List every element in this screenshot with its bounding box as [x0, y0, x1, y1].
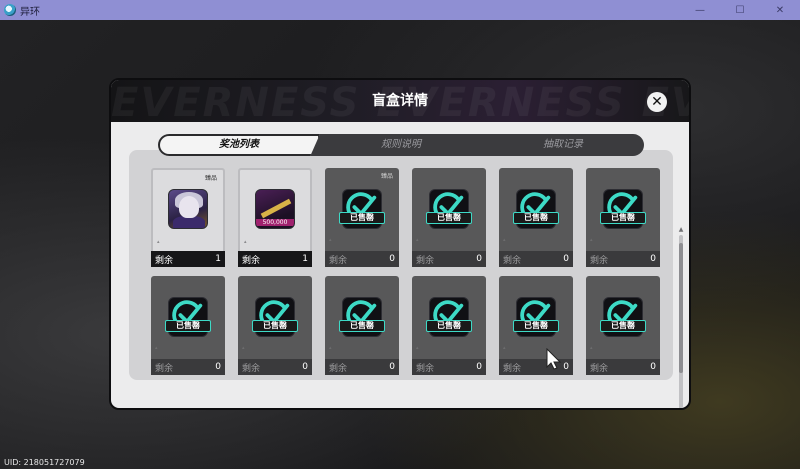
card-deco-dots: ▴	[503, 237, 506, 243]
sold-out-label: 已售罄	[426, 320, 472, 332]
remaining-count: 0	[476, 254, 482, 264]
blind-box-modal: EVERNESS EVERNESS EVERNESS 盲盒详情 ✕ 臻品 ▴ 剩余 1…	[109, 78, 691, 410]
card-deco-dots: ▴	[155, 345, 158, 351]
prize-card[interactable]: 500,000 ▴ 剩余 1	[238, 168, 312, 267]
maximize-button[interactable]: ☐	[720, 0, 760, 20]
prize-card[interactable]: 臻品已售罄 ▴ 剩余 0	[325, 168, 399, 267]
sold-out-label: 已售罄	[600, 212, 646, 224]
sold-out-label: 已售罄	[426, 212, 472, 224]
remaining-count: 0	[389, 362, 395, 372]
item-value-label: 500,000	[256, 219, 294, 226]
prize-grid: 臻品 ▴ 剩余 1 500,000 ▴ 剩余 1 臻品 已售罄 ▴ 剩余 0 已售罄 ▴ 剩余 0 已售罄 ▴ 剩余 0…	[151, 168, 660, 375]
app-logo-icon	[4, 4, 16, 16]
card-deco-dots: ▴	[416, 237, 419, 243]
sold-out-label: 已售罄	[513, 212, 559, 224]
window-titlebar: 异环 — ☐ ✕	[0, 0, 800, 20]
card-deco-dots: ▴	[244, 239, 247, 245]
remaining-count: 0	[302, 362, 308, 372]
remaining-footer: 剩余 0	[325, 359, 399, 375]
scroll-up-icon[interactable]: ▲	[678, 227, 684, 233]
currency-item-icon: 500,000	[255, 189, 295, 229]
card-deco-dots: ▴	[157, 239, 160, 245]
remaining-label: 剩余	[242, 363, 261, 374]
remaining-footer: 剩余 0	[586, 359, 660, 375]
sold-out-label: 已售罄	[339, 212, 385, 224]
minimize-button[interactable]: —	[680, 0, 720, 20]
remaining-count: 0	[389, 254, 395, 264]
close-button[interactable]: ✕	[647, 92, 667, 112]
prize-card[interactable]: 已售罄 ▴ 剩余 0	[325, 276, 399, 375]
remaining-label: 剩余	[503, 255, 522, 266]
window-controls: — ☐ ✕	[680, 0, 800, 20]
remaining-count: 0	[650, 254, 656, 264]
sold-out-label: 已售罄	[339, 320, 385, 332]
remaining-footer: 剩余 1	[151, 251, 225, 267]
tab-rules[interactable]: 规则说明	[320, 134, 482, 156]
card-deco-dots: ▴	[329, 345, 332, 351]
remaining-count: 0	[215, 362, 221, 372]
card-deco-dots: ▴	[329, 237, 332, 243]
remaining-footer: 剩余 1	[238, 251, 312, 267]
sold-out-label: 已售罄	[252, 320, 298, 332]
modal-title: 盲盒详情	[372, 93, 428, 109]
card-deco-dots: ▴	[242, 345, 245, 351]
remaining-footer: 剩余 0	[499, 251, 573, 267]
prize-pool-panel: 臻品 ▴ 剩余 1 500,000 ▴ 剩余 1 臻品 已售罄 ▴ 剩余 0 已售罄 ▴ 剩余 0 已售罄 ▴ 剩余 0…	[129, 150, 683, 408]
character-portrait-icon	[168, 189, 208, 229]
remaining-label: 剩余	[590, 255, 609, 266]
remaining-label: 剩余	[590, 363, 609, 374]
rarity-tag: 臻品	[380, 173, 393, 180]
remaining-label: 剩余	[503, 363, 522, 374]
remaining-footer: 剩余 0	[586, 251, 660, 267]
scrollbar-thumb[interactable]	[679, 243, 683, 373]
remaining-count: 1	[302, 254, 308, 264]
window-title: 异环	[20, 6, 40, 18]
prize-card[interactable]: 已售罄 ▴ 剩余 0	[586, 276, 660, 375]
uid-label: UID: 218051727079	[4, 458, 85, 467]
remaining-footer: 剩余 0	[151, 359, 225, 375]
remaining-footer: 剩余 0	[325, 251, 399, 267]
card-deco-dots: ▴	[416, 345, 419, 351]
tab-draw-history[interactable]: 抽取记录	[482, 134, 644, 156]
prize-card[interactable]: 已售罄 ▴ 剩余 0	[586, 168, 660, 267]
prize-card[interactable]: 已售罄 ▴ 剩余 0	[151, 276, 225, 375]
sold-out-label: 已售罄	[165, 320, 211, 332]
remaining-label: 剩余	[329, 255, 348, 266]
window-close-button[interactable]: ✕	[760, 0, 800, 20]
remaining-count: 0	[563, 254, 569, 264]
rarity-tag: 臻品	[204, 175, 217, 182]
mouse-cursor-icon	[546, 348, 562, 370]
remaining-label: 剩余	[329, 363, 348, 374]
card-deco-dots: ▴	[503, 345, 506, 351]
remaining-label: 剩余	[416, 255, 435, 266]
remaining-count: 0	[563, 362, 569, 372]
remaining-label: 剩余	[416, 363, 435, 374]
tab-prize-list[interactable]: 奖池列表	[158, 134, 320, 156]
prize-card[interactable]: 已售罄 ▴ 剩余 0	[412, 276, 486, 375]
remaining-footer: 剩余 0	[412, 359, 486, 375]
remaining-label: 剩余	[155, 255, 174, 266]
prize-card[interactable]: 已售罄 ▴ 剩余 0	[499, 168, 573, 267]
card-deco-dots: ▴	[590, 237, 593, 243]
prize-card[interactable]: 已售罄 ▴ 剩余 0	[238, 276, 312, 375]
prize-card[interactable]: 臻品 ▴ 剩余 1	[151, 168, 225, 267]
remaining-footer: 剩余 0	[412, 251, 486, 267]
remaining-label: 剩余	[155, 363, 174, 374]
remaining-footer: 剩余 0	[238, 359, 312, 375]
sold-out-label: 已售罄	[513, 320, 559, 332]
remaining-count: 0	[650, 362, 656, 372]
sold-out-label: 已售罄	[600, 320, 646, 332]
tab-bar: 奖池列表 规则说明 抽取记录	[158, 134, 644, 156]
prize-card[interactable]: 已售罄 ▴ 剩余 0	[412, 168, 486, 267]
scrollbar[interactable]: ▲ ▼	[679, 227, 683, 408]
card-deco-dots: ▴	[590, 345, 593, 351]
remaining-label: 剩余	[242, 255, 261, 266]
remaining-count: 1	[215, 254, 221, 264]
modal-header: EVERNESS EVERNESS EVERNESS 盲盒详情 ✕	[111, 80, 689, 122]
remaining-count: 0	[476, 362, 482, 372]
